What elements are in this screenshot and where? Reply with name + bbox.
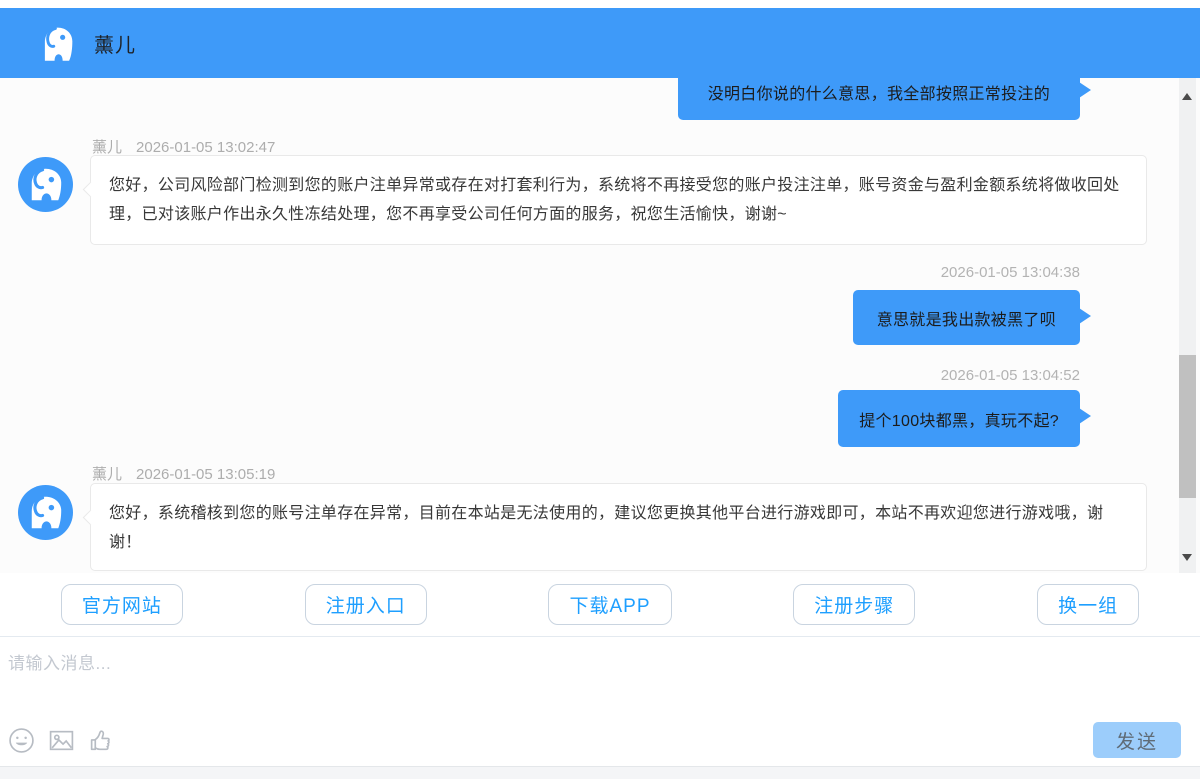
composer-toolbar <box>8 727 115 754</box>
agent-avatar-icon <box>18 157 73 212</box>
image-icon[interactable] <box>48 727 75 754</box>
composer: 发送 <box>0 637 1200 766</box>
agent-avatar-icon <box>18 485 73 540</box>
scrollbar-up-arrow-icon[interactable] <box>1179 88 1196 105</box>
agent-name: 薰儿 <box>92 466 122 483</box>
quick-replies-bar: 官方网站 注册入口 下载APP 注册步骤 换一组 <box>0 573 1200 637</box>
chat-messages-area: 没明白你说的什么意思，我全部按照正常投注的 薰儿 2026-01-05 13:02… <box>0 78 1200 573</box>
message-text: 提个100块都黑，真玩不起? <box>859 407 1059 431</box>
agent-message-meta: 薰儿 2026-01-05 13:05:19 <box>92 463 275 484</box>
message-timestamp: 2026-01-05 13:04:52 <box>941 367 1080 384</box>
send-button[interactable]: 发送 <box>1093 722 1181 758</box>
message-timestamp: 2026-01-05 13:04:38 <box>941 264 1080 281</box>
chat-window: 薰儿 没明白你说的什么意思，我全部按照正常投注的 薰儿 2026-01-05 13… <box>0 0 1200 779</box>
bottom-strip <box>0 766 1200 779</box>
user-message-bubble: 提个100块都黑，真玩不起? <box>838 390 1080 447</box>
message-text: 您好，公司风险部门检测到您的账户注单异常或存在对打套利行为，系统将不再接受您的账… <box>109 177 1120 223</box>
message-text: 意思就是我出款被黑了呗 <box>877 306 1056 330</box>
chat-header: 薰儿 <box>0 8 1200 78</box>
user-message-bubble: 意思就是我出款被黑了呗 <box>853 290 1080 345</box>
quick-reply-switch-group[interactable]: 换一组 <box>1037 584 1139 625</box>
emoji-icon[interactable] <box>8 727 35 754</box>
agent-name: 薰儿 <box>94 29 136 58</box>
quick-reply-official-site[interactable]: 官方网站 <box>61 584 183 625</box>
message-text: 没明白你说的什么意思，我全部按照正常投注的 <box>708 80 1050 104</box>
thumbs-up-icon[interactable] <box>88 727 115 754</box>
message-text: 您好，系统稽核到您的账号注单存在异常，目前在本站是无法使用的，建议您更换其他平台… <box>109 505 1103 551</box>
agent-name: 薰儿 <box>92 139 122 156</box>
quick-reply-register-entry[interactable]: 注册入口 <box>305 584 427 625</box>
scrollbar-down-arrow-icon[interactable] <box>1179 548 1196 565</box>
quick-reply-download-app[interactable]: 下载APP <box>548 584 671 625</box>
elephant-logo-icon <box>34 22 80 64</box>
message-input[interactable] <box>0 643 1070 723</box>
chat-scrollbar[interactable] <box>1179 78 1196 573</box>
scrollbar-thumb[interactable] <box>1179 355 1196 498</box>
quick-reply-register-steps[interactable]: 注册步骤 <box>793 584 915 625</box>
message-timestamp: 2026-01-05 13:05:19 <box>136 466 275 483</box>
user-message-bubble: 没明白你说的什么意思，我全部按照正常投注的 <box>678 78 1080 120</box>
message-timestamp: 2026-01-05 13:02:47 <box>136 139 275 156</box>
agent-message-bubble: 您好，系统稽核到您的账号注单存在异常，目前在本站是无法使用的，建议您更换其他平台… <box>90 483 1147 571</box>
agent-message-bubble: 您好，公司风险部门检测到您的账户注单异常或存在对打套利行为，系统将不再接受您的账… <box>90 155 1147 245</box>
agent-message-meta: 薰儿 2026-01-05 13:02:47 <box>92 136 275 157</box>
